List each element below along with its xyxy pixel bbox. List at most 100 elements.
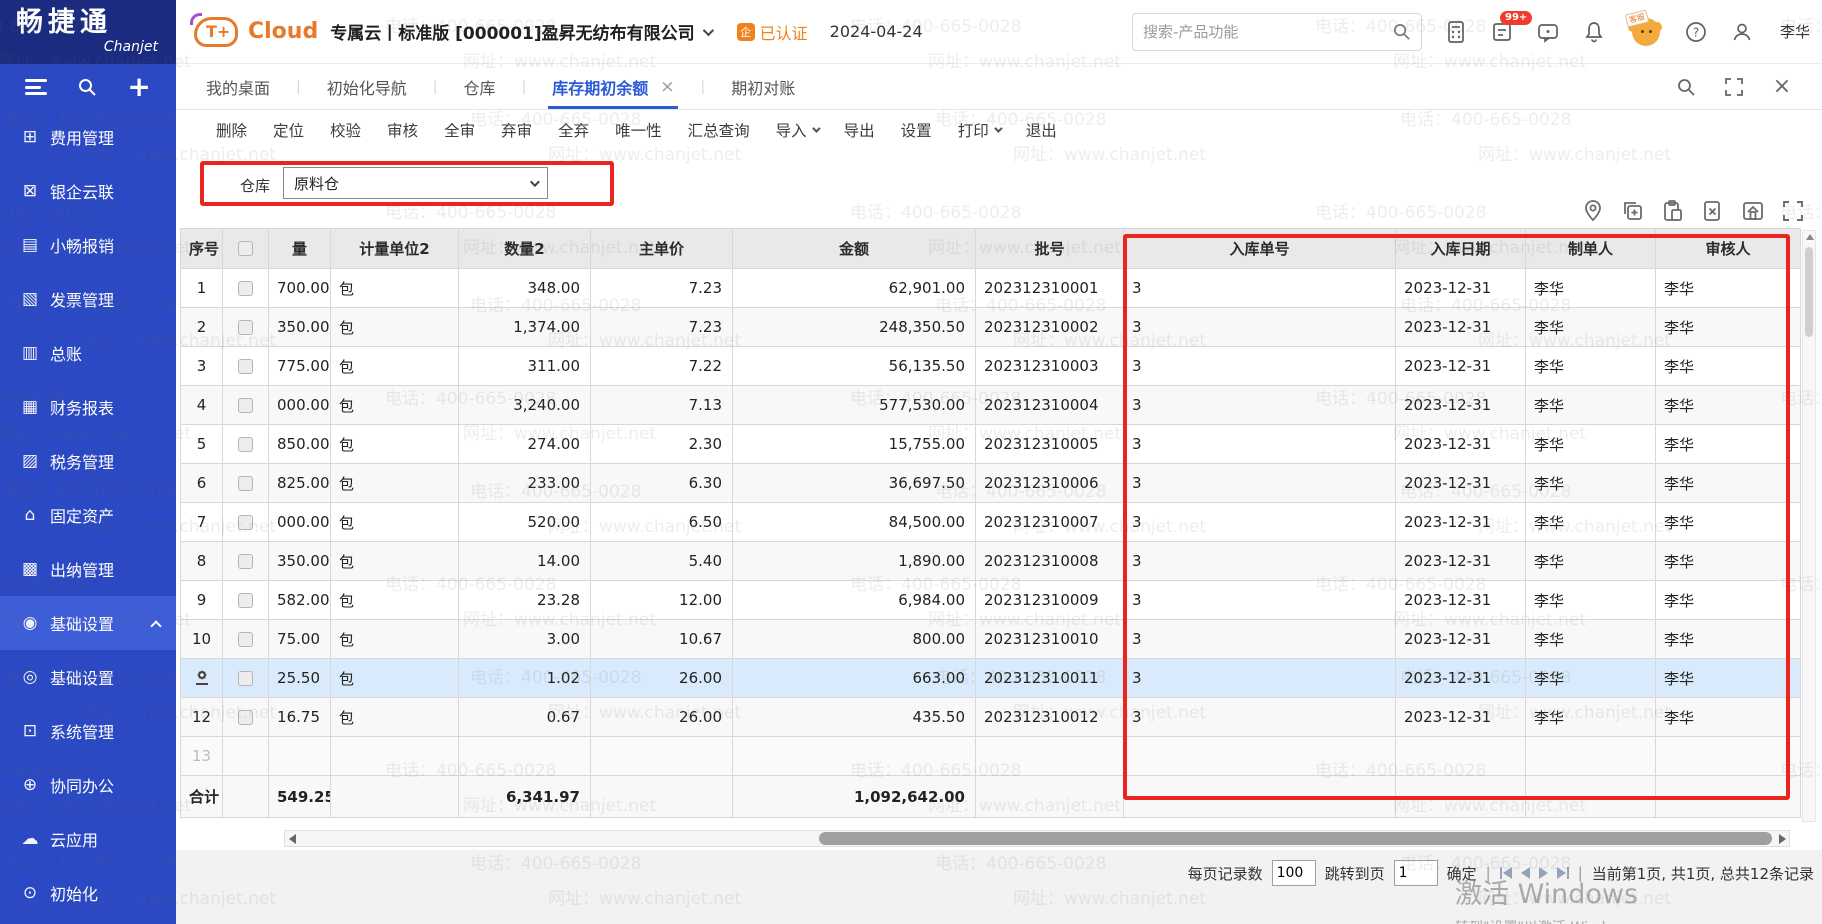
horizontal-scrollbar[interactable]: [284, 830, 1790, 847]
toolbar-10[interactable]: 导出: [844, 119, 875, 141]
toolbar-0[interactable]: 删除: [216, 119, 247, 141]
calculator-icon[interactable]: [1444, 20, 1468, 44]
toolbar-11[interactable]: 设置: [901, 119, 932, 141]
row-checkbox[interactable]: [238, 398, 253, 413]
tab-4[interactable]: 期初对账: [727, 64, 799, 109]
tab-0[interactable]: 我的桌面: [202, 64, 274, 109]
table-row[interactable]: 1700.00包348.007.2362,901.002023123100013…: [181, 269, 1801, 308]
sidebar-item-5[interactable]: ▦财务报表: [0, 380, 176, 434]
scroll-right-icon[interactable]: [1775, 831, 1789, 846]
cell-qty2: 14.00: [459, 542, 591, 581]
toolbar-5[interactable]: 弃审: [501, 119, 532, 141]
menu-icon[interactable]: [25, 79, 47, 95]
table-row[interactable]: 1216.75包0.6726.00435.5020231231001232023…: [181, 698, 1801, 737]
sidebar-item-13[interactable]: ☁云应用: [0, 812, 176, 866]
goto-page-input[interactable]: [1394, 860, 1438, 886]
paste-icon[interactable]: [1660, 198, 1686, 224]
table-row[interactable]: 8350.00包14.005.401,890.00202312310008320…: [181, 542, 1801, 581]
sidebar-item-3[interactable]: ▧发票管理: [0, 272, 176, 326]
close-icon[interactable]: ×: [1770, 75, 1794, 99]
scrollbar-thumb[interactable]: [1805, 247, 1813, 337]
user-icon[interactable]: [1730, 20, 1754, 44]
table-row[interactable]: 1075.00包3.0010.67800.0020231231001032023…: [181, 620, 1801, 659]
table-row[interactable]: 7000.00包520.006.5084,500.002023123100073…: [181, 503, 1801, 542]
table-row[interactable]: 4000.00包3,240.007.13577,530.002023123100…: [181, 386, 1801, 425]
message-icon[interactable]: [1536, 20, 1560, 44]
cell-order_no: 3: [1124, 386, 1396, 425]
toolbar-13[interactable]: 退出: [1026, 119, 1057, 141]
search-input[interactable]: [1143, 23, 1392, 41]
row-checkbox[interactable]: [238, 554, 253, 569]
row-checkbox[interactable]: [238, 632, 253, 647]
sidebar-item-1[interactable]: ⊠银企云联: [0, 164, 176, 218]
doc-cancel-icon[interactable]: [1700, 198, 1726, 224]
toolbar-12[interactable]: 打印: [958, 119, 1000, 141]
table-row[interactable]: 6825.00包233.006.3036,697.502023123100063…: [181, 464, 1801, 503]
sidebar-item-2[interactable]: ▤小畅报销: [0, 218, 176, 272]
page-size-input[interactable]: [1272, 860, 1316, 886]
cell-order_no: 3: [1124, 269, 1396, 308]
fullscreen-icon[interactable]: [1722, 75, 1746, 99]
scrollbar-thumb[interactable]: [819, 832, 1772, 845]
sidebar-item-11[interactable]: ⊡系统管理: [0, 704, 176, 758]
row-checkbox[interactable]: [238, 593, 253, 608]
table-row[interactable]: 5850.00包274.002.3015,755.002023123100053…: [181, 425, 1801, 464]
todo-list-icon[interactable]: 99+: [1490, 20, 1514, 44]
sidebar-item-12[interactable]: ⊕协同办公: [0, 758, 176, 812]
search-icon[interactable]: [1392, 22, 1411, 41]
current-user[interactable]: 李华: [1780, 21, 1810, 42]
search-icon[interactable]: [1674, 75, 1698, 99]
row-checkbox[interactable]: [238, 515, 253, 530]
toolbar-9[interactable]: 导入: [776, 119, 818, 141]
warehouse-building-icon[interactable]: [1740, 198, 1766, 224]
sidebar-item-0[interactable]: ⊞费用管理: [0, 110, 176, 164]
tab-1[interactable]: 初始化导航: [323, 64, 411, 109]
search-icon[interactable]: [77, 77, 97, 97]
table-row[interactable]: 9582.00包23.2812.006,984.0020231231000932…: [181, 581, 1801, 620]
row-settings-icon[interactable]: [181, 659, 223, 698]
settings-group-icon: ◉: [18, 613, 42, 633]
scroll-up-icon[interactable]: [1806, 234, 1814, 240]
sidebar-item-6[interactable]: ▨税务管理: [0, 434, 176, 488]
add-icon[interactable]: +: [127, 76, 150, 98]
sidebar-item-10[interactable]: ◎基础设置: [0, 650, 176, 704]
table-row[interactable]: 2350.00包1,374.007.23248,350.502023123100…: [181, 308, 1801, 347]
table-row[interactable]: 3775.00包311.007.2256,135.502023123100033…: [181, 347, 1801, 386]
copy-add-icon[interactable]: [1620, 198, 1646, 224]
cell-batch: 202312310006: [976, 464, 1124, 503]
row-checkbox[interactable]: [238, 281, 253, 296]
bell-icon[interactable]: [1582, 20, 1606, 44]
warehouse-select[interactable]: 原料仓: [283, 167, 548, 199]
toolbar-8[interactable]: 汇总查询: [688, 119, 750, 141]
row-checkbox[interactable]: [238, 671, 253, 686]
maximize-grid-icon[interactable]: [1780, 198, 1806, 224]
tab-3[interactable]: 库存期初余额×: [548, 64, 678, 109]
row-checkbox[interactable]: [238, 320, 253, 335]
help-icon[interactable]: ?: [1684, 20, 1708, 44]
company-selector[interactable]: 专属云丨标准版 [000001]盈昇无纺布有限公司: [330, 19, 710, 44]
customer-service-mascot-icon[interactable]: 客服: [1628, 16, 1662, 48]
toolbar-1[interactable]: 定位: [273, 119, 304, 141]
table-row[interactable]: 25.50包1.0226.00663.0020231231001132023-1…: [181, 659, 1801, 698]
toolbar-7[interactable]: 唯一性: [615, 119, 662, 141]
select-all-checkbox[interactable]: [238, 241, 253, 256]
close-tab-icon[interactable]: ×: [660, 77, 674, 97]
sidebar-item-7[interactable]: ⌂固定资产: [0, 488, 176, 542]
scroll-left-icon[interactable]: [285, 831, 299, 846]
row-checkbox[interactable]: [238, 359, 253, 374]
locate-pin-icon[interactable]: [1580, 198, 1606, 224]
sidebar-item-8[interactable]: ▩出纳管理: [0, 542, 176, 596]
toolbar-6[interactable]: 全弃: [558, 119, 589, 141]
sidebar-item-14[interactable]: ⊙初始化: [0, 866, 176, 920]
sidebar-item-4[interactable]: ▥总账: [0, 326, 176, 380]
sidebar-item-9[interactable]: ◉基础设置: [0, 596, 176, 650]
toolbar-2[interactable]: 校验: [330, 119, 361, 141]
row-checkbox[interactable]: [238, 437, 253, 452]
row-checkbox[interactable]: [238, 710, 253, 725]
toolbar-4[interactable]: 全审: [444, 119, 475, 141]
row-checkbox[interactable]: [238, 476, 253, 491]
tab-2[interactable]: 仓库: [459, 64, 499, 109]
cell-price: 6.30: [591, 464, 733, 503]
vertical-scrollbar[interactable]: [1802, 230, 1816, 822]
toolbar-3[interactable]: 审核: [387, 119, 418, 141]
